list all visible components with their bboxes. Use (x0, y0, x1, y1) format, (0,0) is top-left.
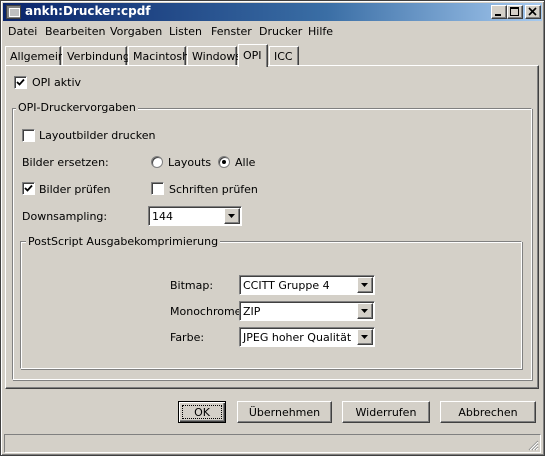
radio-layouts-label[interactable]: Layouts (168, 156, 211, 169)
dialog-window: ankh:Drucker:cpdf Datei Bearbeiten Vorga… (0, 0, 545, 456)
postscript-compression-title: PostScript Ausgabekomprimierung (26, 235, 221, 248)
tab-macintosh[interactable]: Macintosh (128, 46, 189, 66)
minimize-icon (495, 14, 501, 16)
tab-icc[interactable]: ICC (269, 46, 299, 66)
tab-opi[interactable]: OPI (238, 44, 268, 67)
status-bar (4, 434, 541, 453)
app-icon (6, 5, 21, 19)
chevron-down-icon (361, 309, 368, 313)
replace-images-label: Bilder ersetzen: (22, 156, 109, 169)
check-fonts-label[interactable]: Schriften prüfen (169, 183, 258, 196)
monochrome-label: Monochrome: (170, 305, 246, 318)
radio-alle[interactable] (218, 156, 230, 168)
menu-bar: Datei Bearbeiten Vorgaben Listen Fenster… (3, 22, 542, 41)
downsampling-dropdown-button[interactable] (224, 208, 240, 224)
tab-verbindung[interactable]: Verbindung (62, 46, 130, 66)
checkmark-icon (16, 78, 25, 86)
menu-vorgaben[interactable]: Vorgaben (110, 25, 162, 38)
menu-datei[interactable]: Datei (8, 25, 37, 38)
layout-images-label[interactable]: Layoutbilder drucken (39, 129, 156, 142)
downsampling-label: Downsampling: (22, 210, 108, 223)
monochrome-dropdown-button[interactable] (357, 303, 373, 319)
menu-listen[interactable]: Listen (169, 25, 202, 38)
check-fonts-checkbox[interactable] (151, 182, 164, 195)
close-icon (528, 7, 537, 16)
minimize-button[interactable] (491, 5, 507, 19)
window-title: ankh:Drucker:cpdf (25, 4, 151, 18)
color-select[interactable]: JPEG hoher Qualität (239, 327, 375, 347)
radio-selected-dot (222, 160, 226, 164)
check-images-label[interactable]: Bilder prüfen (39, 183, 111, 196)
radio-alle-label[interactable]: Alle (235, 156, 255, 169)
check-images-checkbox[interactable] (22, 182, 35, 195)
ok-button[interactable]: OK (178, 401, 226, 423)
downsampling-value: 144 (152, 210, 173, 223)
menu-hilfe[interactable]: Hilfe (308, 25, 333, 38)
opi-active-label[interactable]: OPI aktiv (32, 76, 81, 89)
bitmap-label: Bitmap: (170, 279, 214, 292)
tab-allgemein[interactable]: Allgemein (5, 46, 65, 66)
color-value: JPEG hoher Qualität (243, 331, 352, 344)
downsampling-select[interactable]: 144 (148, 206, 242, 226)
title-bar[interactable]: ankh:Drucker:cpdf (3, 3, 542, 21)
checkmark-icon (24, 184, 33, 192)
color-label: Farbe: (170, 331, 205, 344)
maximize-button[interactable] (507, 5, 523, 19)
chevron-down-icon (361, 335, 368, 339)
chevron-down-icon (228, 214, 235, 218)
tab-panel-opi: OPI aktiv OPI-Druckervorgaben Layoutbild… (5, 65, 539, 389)
bitmap-dropdown-button[interactable] (357, 277, 373, 293)
chevron-down-icon (361, 283, 368, 287)
color-dropdown-button[interactable] (357, 329, 373, 345)
close-button[interactable] (525, 5, 541, 19)
menu-drucker[interactable]: Drucker (259, 25, 302, 38)
layout-images-checkbox[interactable] (22, 129, 35, 142)
bitmap-select[interactable]: CCITT Gruppe 4 (239, 275, 375, 295)
maximize-icon (510, 7, 519, 16)
menu-bearbeiten[interactable]: Bearbeiten (45, 25, 105, 38)
focus-ring (182, 405, 222, 419)
revert-button[interactable]: Widerrufen (342, 401, 430, 423)
bitmap-value: CCITT Gruppe 4 (243, 279, 330, 292)
radio-layouts[interactable] (151, 156, 163, 168)
monochrome-select[interactable]: ZIP (239, 301, 375, 321)
opi-active-checkbox[interactable] (14, 76, 27, 89)
cancel-button[interactable]: Abbrechen (440, 401, 536, 423)
resize-grip-icon[interactable] (528, 440, 539, 451)
tab-windows[interactable]: Windows (187, 46, 241, 66)
apply-button[interactable]: Übernehmen (237, 401, 332, 423)
opi-printer-defaults-title: OPI-Druckervorgaben (16, 101, 138, 114)
monochrome-value: ZIP (243, 305, 261, 318)
menu-fenster[interactable]: Fenster (211, 25, 252, 38)
